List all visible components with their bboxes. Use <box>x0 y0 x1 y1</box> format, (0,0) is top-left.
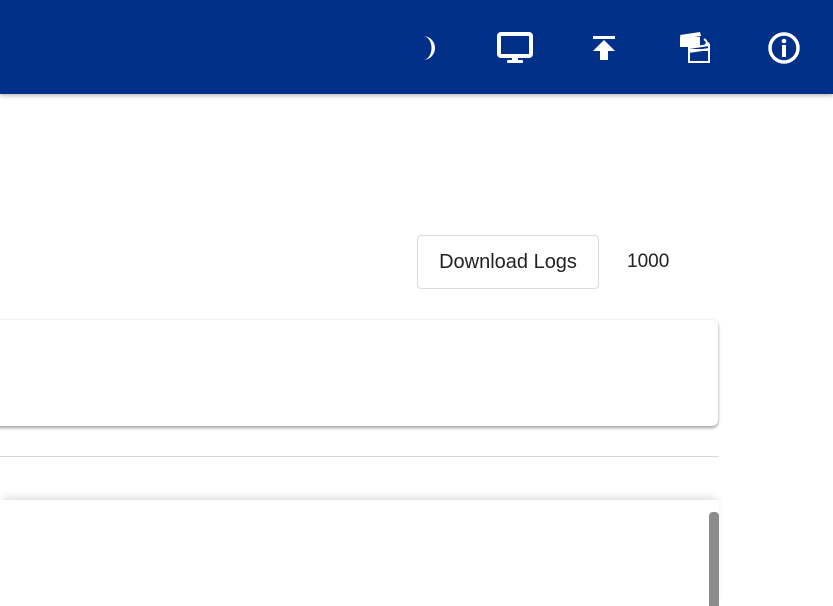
divider <box>0 456 719 457</box>
log-scrollbar-thumb[interactable] <box>709 512 719 606</box>
info-button[interactable] <box>764 28 804 68</box>
info-icon <box>768 32 800 64</box>
upload-button[interactable] <box>584 28 624 68</box>
clapperboard-icon <box>680 32 710 63</box>
log-filter-card <box>0 320 718 426</box>
main-content: Download Logs 1000 <box>0 94 833 606</box>
moon-icon <box>423 36 435 60</box>
log-count-label: 1000 <box>627 251 670 272</box>
top-app-bar <box>0 0 833 94</box>
upload-icon <box>593 36 615 60</box>
monitor-icon <box>497 32 533 63</box>
log-output-panel <box>0 500 719 606</box>
dark-mode-toggle-button[interactable] <box>405 28 445 68</box>
display-button[interactable] <box>495 28 535 68</box>
media-button[interactable] <box>674 28 714 68</box>
download-logs-button[interactable]: Download Logs <box>417 235 599 289</box>
